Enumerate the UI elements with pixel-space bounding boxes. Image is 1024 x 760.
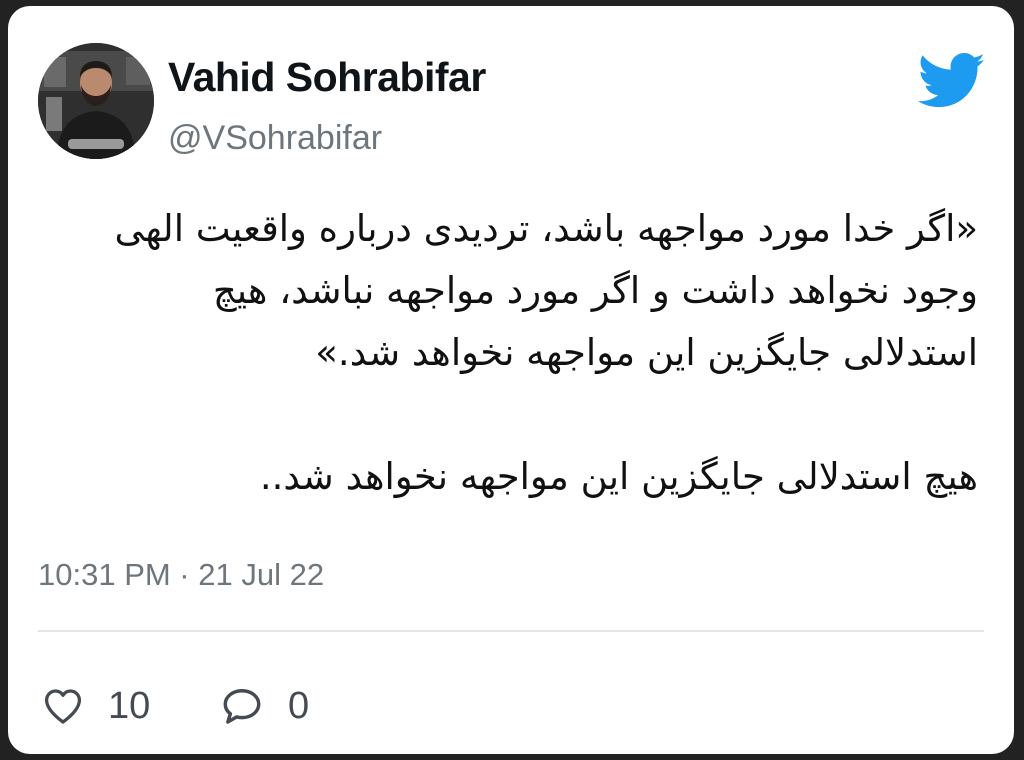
author-name[interactable]: Vahid Sohrabifar xyxy=(168,54,486,101)
heart-icon xyxy=(44,689,82,724)
reply-count: 0 xyxy=(288,684,310,727)
like-button[interactable]: 10 xyxy=(42,684,150,728)
tweet-timestamp[interactable]: 10:31 PM · 21 Jul 22 xyxy=(38,557,324,593)
tweet-line: وجود نخواهد داشت و اگر مورد مواجهه نباشد… xyxy=(212,269,978,312)
reply-button[interactable]: 0 xyxy=(220,684,309,728)
tweet-line: استدلالی جایگزین این مواجهه نخواهد شد.» xyxy=(315,331,978,374)
divider xyxy=(38,630,984,632)
speech-bubble-icon xyxy=(223,689,261,724)
author-avatar[interactable] xyxy=(38,43,154,159)
tweet-card: Vahid Sohrabifar @VSohrabifar «اگر خدا م… xyxy=(8,6,1014,754)
tweet-text: «اگر خدا مورد مواجهه باشد، تردیدی درباره… xyxy=(48,198,978,508)
twitter-bird-icon[interactable] xyxy=(918,52,986,110)
author-handle[interactable]: @VSohrabifar xyxy=(168,119,382,158)
tweet-line: «اگر خدا مورد مواجهه باشد، تردیدی درباره… xyxy=(114,207,978,250)
like-count: 10 xyxy=(108,684,151,727)
tweet-line: هیچ استدلالی جایگزین این مواجهه نخواهد ش… xyxy=(259,455,978,498)
avatar-photo xyxy=(38,43,154,159)
